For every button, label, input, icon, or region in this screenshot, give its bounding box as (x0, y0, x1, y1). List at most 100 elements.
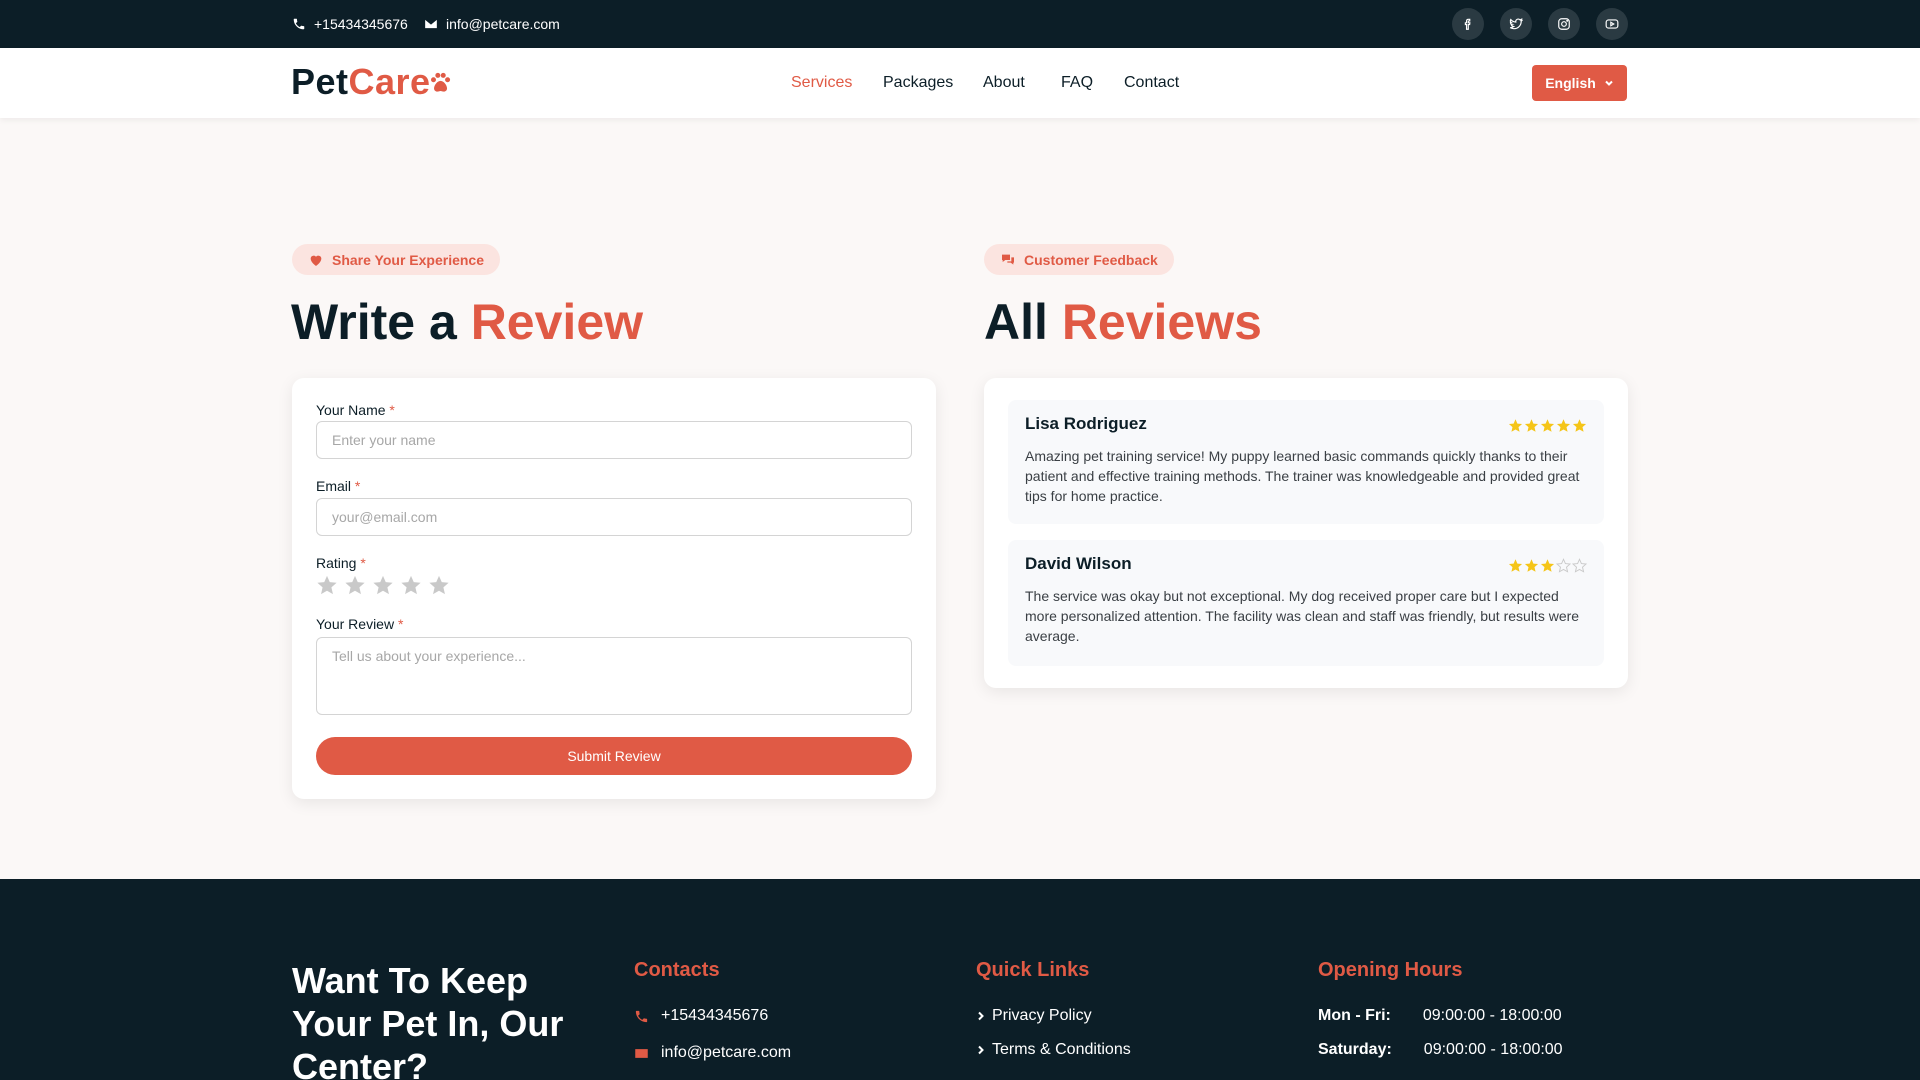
review-item: David Wilson The service was okay but no… (1008, 540, 1604, 666)
youtube-button[interactable] (1596, 8, 1628, 40)
instagram-icon (1558, 18, 1570, 30)
email-input[interactable]: your@email.com (316, 498, 912, 536)
footer-contacts-title: Contacts (634, 959, 720, 981)
review-rating (1508, 418, 1587, 433)
hours-row: Saturday: 09:00:00 - 18:00:00 (1318, 1041, 1563, 1059)
topbar-email[interactable]: info@petcare.com (424, 0, 560, 48)
footer-link-privacy-text: Privacy Policy (992, 1007, 1092, 1024)
star-filled-icon (1556, 419, 1571, 432)
nav-faq[interactable]: FAQ (1061, 74, 1093, 92)
hours-day: Saturday: (1318, 1041, 1392, 1058)
share-experience-badge: Share Your Experience (292, 244, 500, 275)
footer-links-title: Quick Links (976, 959, 1090, 981)
review-placeholder: Tell us about your experience... (332, 648, 526, 664)
name-label-text: Your Name (316, 402, 386, 418)
name-placeholder: Enter your name (332, 432, 436, 448)
share-experience-text: Share Your Experience (332, 251, 484, 268)
topbar-phone-text: +15434345676 (314, 16, 408, 32)
email-label-text: Email (316, 478, 352, 494)
review-text: The service was okay but not exceptional… (1025, 588, 1580, 644)
facebook-button[interactable] (1452, 8, 1484, 40)
review-form: Your Name * Enter your name Email * your… (292, 378, 936, 799)
all-reviews-title-accent: Reviews (1061, 294, 1262, 350)
star-filled-icon (1572, 419, 1587, 432)
youtube-icon (1605, 19, 1619, 29)
rating-label-text: Rating (316, 555, 357, 571)
footer-link-privacy[interactable]: Privacy Policy (976, 1007, 1092, 1025)
topbar-email-text: info@petcare.com (446, 16, 560, 32)
logo-care: Care (348, 61, 431, 102)
write-review-title-accent: Review (470, 294, 644, 350)
language-select[interactable]: English (1532, 65, 1627, 101)
star-icon[interactable] (316, 574, 338, 596)
review-label: Your Review * (316, 616, 403, 632)
star-empty-icon (1556, 558, 1571, 573)
star-filled-icon (1524, 559, 1539, 572)
footer-link-terms-text: Terms & Conditions (992, 1041, 1131, 1058)
footer-hero: Want To Keep Your Pet In, Our Center? (292, 960, 564, 1080)
chevron-right-icon (978, 1045, 984, 1055)
email-placeholder: your@email.com (332, 509, 438, 525)
review-rating (1508, 558, 1587, 573)
envelope-icon (635, 1048, 648, 1058)
footer-link-terms[interactable]: Terms & Conditions (976, 1041, 1131, 1059)
customer-feedback-text: Customer Feedback (1024, 251, 1158, 268)
write-review-title: Write a Review (291, 293, 643, 351)
star-filled-icon (1508, 559, 1523, 572)
all-reviews-title-main: All (984, 294, 1048, 350)
customer-feedback-badge: Customer Feedback (984, 244, 1174, 275)
star-empty-icon (1572, 558, 1587, 573)
star-filled-icon (1540, 559, 1555, 572)
star-filled-icon (1540, 419, 1555, 432)
topbar-phone[interactable]: +15434345676 (292, 0, 408, 48)
chevron-down-icon (1605, 80, 1613, 86)
rating-label: Rating * (316, 555, 366, 571)
nav-packages[interactable]: Packages (883, 74, 953, 92)
rating-stars-input (316, 574, 450, 596)
reviewer-name: David Wilson (1025, 554, 1132, 573)
star-icon[interactable] (428, 574, 450, 596)
review-label-text: Your Review (316, 616, 395, 632)
heart-icon (310, 255, 322, 266)
paw-icon (430, 72, 450, 92)
envelope-icon (425, 19, 437, 29)
footer-phone-text: +15434345676 (661, 1007, 769, 1024)
top-bar: +15434345676 info@petcare.com (0, 0, 1920, 48)
twitter-button[interactable] (1500, 8, 1532, 40)
main-header: PetCare Services Packages About FAQ Cont… (0, 48, 1920, 118)
all-reviews-title: All Reviews (984, 293, 1262, 351)
required-mark: * (354, 478, 361, 494)
footer-email[interactable]: info@petcare.com (634, 1044, 791, 1062)
comments-icon (1002, 254, 1014, 265)
footer-hours-title: Opening Hours (1318, 959, 1463, 981)
instagram-button[interactable] (1548, 8, 1580, 40)
star-icon[interactable] (344, 574, 366, 596)
submit-review-button[interactable]: Submit Review (316, 737, 912, 775)
phone-icon (293, 18, 305, 30)
required-mark: * (389, 402, 395, 418)
review-text: Amazing pet training service! My puppy l… (1025, 448, 1580, 504)
footer-phone[interactable]: +15434345676 (634, 1007, 768, 1025)
hours-time: 09:00:00 - 18:00:00 (1423, 1041, 1563, 1058)
review-textarea[interactable]: Tell us about your experience... (316, 637, 912, 715)
nav-contact[interactable]: Contact (1124, 74, 1179, 92)
hours-day: Mon - Fri: (1318, 1007, 1391, 1024)
footer: Want To Keep Your Pet In, Our Center? Co… (0, 879, 1920, 1080)
twitter-icon (1509, 17, 1523, 30)
phone-icon (635, 1010, 648, 1022)
star-icon[interactable] (372, 574, 394, 596)
required-mark: * (397, 616, 404, 632)
nav-about[interactable]: About (983, 74, 1025, 92)
name-input[interactable]: Enter your name (316, 421, 912, 459)
hours-row: Mon - Fri: 09:00:00 - 18:00:00 (1318, 1007, 1562, 1025)
reviews-list: Lisa Rodriguez Amazing pet training serv… (984, 378, 1628, 688)
review-item: Lisa Rodriguez Amazing pet training serv… (1008, 400, 1604, 524)
star-icon[interactable] (400, 574, 422, 596)
email-label: Email * (316, 478, 360, 494)
nav-services[interactable]: Services (791, 74, 852, 92)
logo[interactable]: PetCare (291, 61, 453, 103)
write-review-title-main: Write a (291, 294, 457, 350)
star-filled-icon (1524, 419, 1539, 432)
chevron-right-icon (978, 1011, 984, 1021)
required-mark: * (360, 555, 366, 571)
